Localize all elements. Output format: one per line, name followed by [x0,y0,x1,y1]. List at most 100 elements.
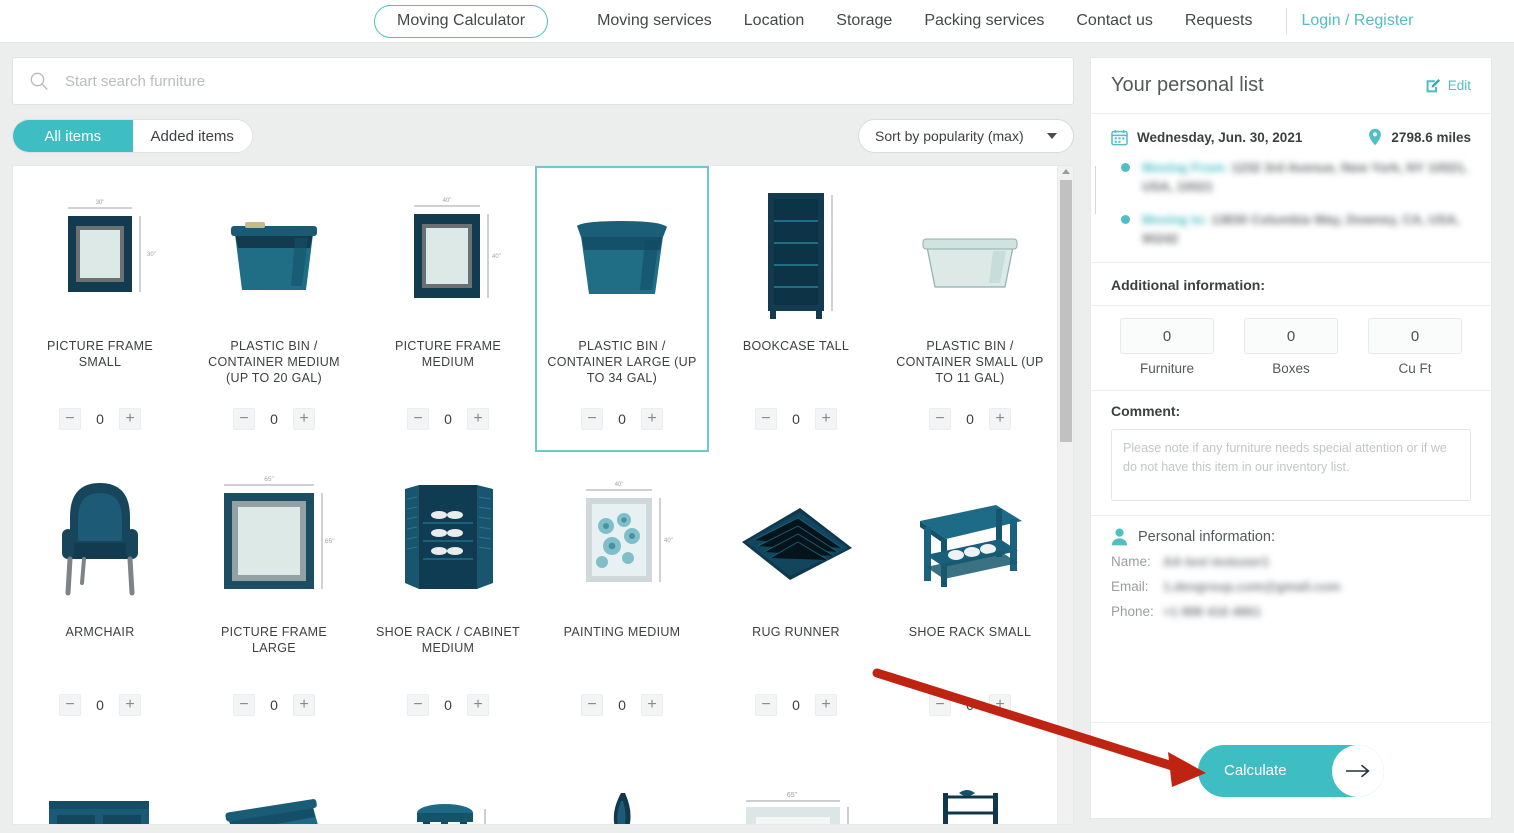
calculate-arrow-button[interactable] [1332,744,1384,797]
catalog-column: All items Added items Sort by popularity… [12,57,1074,825]
bin-tilted-image [195,752,353,824]
search-icon [30,72,48,90]
panel-title: Your personal list [1111,74,1264,96]
bookcase-tall-image [717,180,875,330]
item-card[interactable]: 65" [709,738,883,824]
scrollbar-thumb[interactable] [1060,180,1072,442]
item-card[interactable]: RUG RUNNER −0 + [709,452,883,738]
item-card[interactable]: ARMCHAIR −0 + [13,452,187,738]
item-card[interactable]: 30" 30" PICTURE FRAME SMALL −0 + [13,166,187,452]
calculate-button[interactable]: Calculate [1198,744,1384,797]
increment-button[interactable]: + [815,408,837,430]
item-title: PLASTIC BIN / CONTAINER SMALL (UP TO 11 … [896,339,1044,385]
item-card[interactable]: 40" 40" PICTURE FRAME MEDIUM −0 + [361,166,535,452]
item-card[interactable]: BOOKCASE TALL −0 + [709,166,883,452]
move-date-text: Wednesday, Jun. 30, 2021 [1137,129,1303,145]
scroll-up-arrow-icon[interactable] [1062,169,1070,174]
shelf-unit-image [891,752,1049,824]
painting-medium-image: 40" 40" [543,466,701,616]
item-title: SHOE RACK SMALL [908,625,1032,639]
nav-packing-services[interactable]: Packing services [908,12,1060,30]
edit-button[interactable]: Edit [1425,78,1471,94]
top-navigation: Moving Calculator Moving services Locati… [0,0,1514,43]
item-title: PLASTIC BIN / CONTAINER MEDIUM (UP TO 20… [208,339,340,385]
decrement-button[interactable]: − [755,408,777,430]
decrement-button[interactable]: − [233,694,255,716]
decrement-button[interactable]: − [59,408,81,430]
quantity-value: 0 [270,697,278,713]
increment-button[interactable]: + [641,694,663,716]
increment-button[interactable]: + [293,694,315,716]
nav-moving-services[interactable]: Moving services [581,12,728,30]
decrement-button[interactable]: − [407,408,429,430]
frame-small-image: 30" 30" [21,180,179,330]
item-card[interactable]: SHOE RACK / CABINET MEDIUM −0 + [361,452,535,738]
count-label: Furniture [1139,361,1195,376]
grid-scrollbar[interactable] [1057,166,1073,824]
search-input[interactable] [63,71,1057,91]
decrement-button[interactable]: − [581,694,603,716]
quantity-value: 0 [444,411,452,427]
increment-button[interactable]: + [989,408,1011,430]
comment-label: Comment: [1111,403,1181,419]
item-card[interactable] [883,738,1057,824]
decrement-button[interactable]: − [755,694,777,716]
item-card[interactable]: SHOE RACK SMALL −0 + [883,452,1057,738]
sort-select-value: Sort by popularity (max) [875,128,1024,144]
bin-medium-image [195,180,353,330]
item-title: ARMCHAIR [65,625,135,639]
personal-value: 1.devgroup.com@gmail.com [1163,579,1341,594]
sort-select[interactable]: Sort by popularity (max) [858,119,1074,153]
item-title: BOOKCASE TALL [742,339,850,353]
increment-button[interactable]: + [467,694,489,716]
increment-button[interactable]: + [293,408,315,430]
search-bar[interactable] [12,57,1074,105]
personal-value: +1 888 416 4861 [1163,604,1261,619]
item-card[interactable]: PLASTIC BIN / CONTAINER MEDIUM (UP TO 20… [187,166,361,452]
item-card[interactable] [535,738,709,824]
increment-button[interactable]: + [119,694,141,716]
summary-counts: 0 Furniture 0 Boxes 0 Cu Ft [1091,306,1491,390]
item-card[interactable] [361,738,535,824]
item-card[interactable]: 65" 65" PICTURE FRAME LARGE −0 + [187,452,361,738]
count-cu-ft: 0 Cu Ft [1368,318,1462,376]
decrement-button[interactable]: − [59,694,81,716]
decrement-button[interactable]: − [929,694,951,716]
quantity-stepper: −0 + [581,694,663,716]
decrement-button[interactable]: − [581,408,603,430]
nav-requests[interactable]: Requests [1169,12,1269,30]
route-to: Moving to: 13830 Columbia Way, Downey, C… [1121,210,1471,248]
increment-button[interactable]: + [815,694,837,716]
tab-all-items[interactable]: All items [13,120,133,152]
route-dot-icon [1121,163,1130,172]
item-title: PAINTING MEDIUM [563,625,681,639]
item-card[interactable]: PLASTIC BIN / CONTAINER SMALL (UP TO 11 … [883,166,1057,452]
armchair-image [21,466,179,616]
nav-storage[interactable]: Storage [820,12,908,30]
nav-contact-us[interactable]: Contact us [1060,12,1168,30]
decrement-button[interactable]: − [407,694,429,716]
tab-added-items[interactable]: Added items [132,120,252,152]
nav-moving-calculator[interactable]: Moving Calculator [374,4,549,38]
item-card[interactable]: PLASTIC BIN / CONTAINER LARGE (UP TO 34 … [535,166,709,452]
arrow-right-icon [1346,764,1370,777]
additional-information-title: Additional information: [1111,277,1265,293]
quantity-stepper: −0 + [59,694,141,716]
item-card[interactable] [13,738,187,824]
login-register-link[interactable]: Login / Register [1301,12,1419,30]
increment-button[interactable]: + [989,694,1011,716]
decrement-button[interactable]: − [929,408,951,430]
increment-button[interactable]: + [641,408,663,430]
bin-large-image [543,180,701,330]
decrement-button[interactable]: − [233,408,255,430]
personal-information-section: Personal information: Name: AA test testu… [1091,516,1491,639]
nav-location[interactable]: Location [728,12,821,30]
increment-button[interactable]: + [467,408,489,430]
comment-input[interactable]: Please note if any furniture needs speci… [1111,429,1471,501]
item-card[interactable] [187,738,361,824]
increment-button[interactable]: + [119,408,141,430]
user-icon [1111,528,1128,546]
edit-pencil-icon [1426,78,1440,92]
count-boxes: 0 Boxes [1244,318,1338,376]
item-card[interactable]: 40" 40" PAINTING MEDIUM −0 + [535,452,709,738]
